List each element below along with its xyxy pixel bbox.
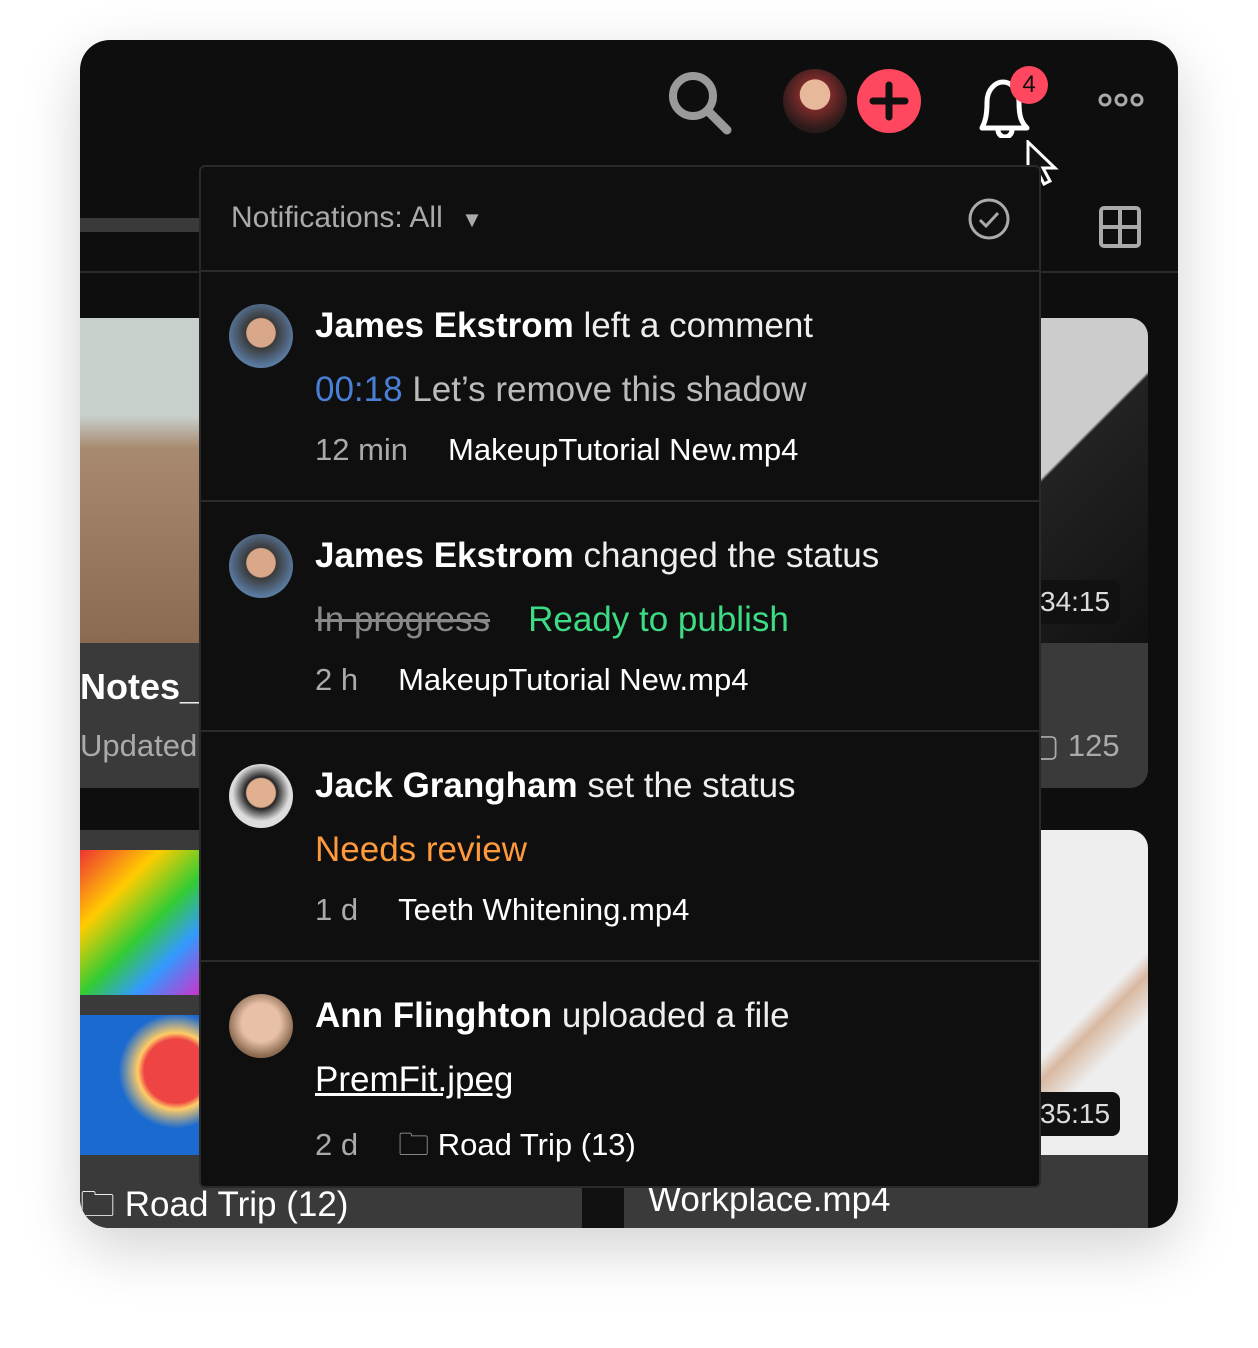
mark-all-read-icon[interactable] bbox=[967, 197, 1011, 241]
search-icon[interactable] bbox=[665, 68, 735, 138]
meta: 1 d Teeth Whitening.mp4 bbox=[315, 892, 690, 927]
folder-icon: 🗀 bbox=[398, 1127, 430, 1162]
notifications-panel: Notifications: All ▼ James Ekstrom left … bbox=[199, 165, 1041, 1188]
notification-title: Ann Flinghton uploaded a file bbox=[315, 996, 790, 1035]
app-window: 4 Notes_ Updated 34:15 ▢ 125 🗀 Road Trip… bbox=[80, 40, 1178, 1228]
status: Needs review bbox=[315, 830, 528, 869]
avatar bbox=[229, 994, 293, 1058]
notification-item[interactable]: James Ekstrom left a comment 00:18 Let’s… bbox=[201, 272, 1039, 502]
avatar bbox=[229, 764, 293, 828]
card-title: Notes_ bbox=[80, 666, 201, 707]
card-subtitle: Updated bbox=[80, 728, 198, 763]
caret-down-icon: ▼ bbox=[461, 207, 483, 232]
comment-line: 00:18 Let’s remove this shadow bbox=[315, 370, 807, 409]
old-status: In progress bbox=[315, 600, 491, 639]
notification-title: Jack Grangham set the status bbox=[315, 766, 796, 805]
meta: 2 d 🗀 Road Trip (13) bbox=[315, 1127, 636, 1162]
filter-dropdown[interactable]: Notifications: All ▼ bbox=[231, 201, 483, 235]
notification-item[interactable]: Jack Grangham set the status Needs revie… bbox=[201, 732, 1039, 962]
new-status: Ready to publish bbox=[528, 600, 789, 639]
file-link[interactable]: PremFit.jpeg bbox=[315, 1060, 513, 1100]
thumbnail bbox=[80, 1015, 200, 1155]
status-change: In progress Ready to publish bbox=[315, 600, 789, 640]
avatar bbox=[229, 534, 293, 598]
notification-item[interactable]: Ann Flinghton uploaded a file PremFit.jp… bbox=[201, 962, 1039, 1186]
notification-badge: 4 bbox=[1010, 66, 1048, 104]
user-avatar[interactable] bbox=[783, 69, 847, 133]
grid-view-icon[interactable] bbox=[1098, 205, 1142, 249]
panel-header: Notifications: All ▼ bbox=[201, 167, 1039, 272]
notification-title: James Ekstrom left a comment bbox=[315, 306, 814, 345]
duration: 34:15 bbox=[1030, 580, 1121, 624]
meta: 2 h MakeupTutorial New.mp4 bbox=[315, 662, 749, 697]
timecode[interactable]: 00:18 bbox=[315, 370, 403, 409]
comment-count: ▢ 125 bbox=[1030, 728, 1120, 763]
thumbnail bbox=[80, 850, 200, 995]
meta: 12 min MakeupTutorial New.mp4 bbox=[315, 432, 799, 467]
toolbar-bar bbox=[80, 218, 210, 232]
plus-icon bbox=[869, 81, 909, 121]
notification-item[interactable]: James Ekstrom changed the status In prog… bbox=[201, 502, 1039, 732]
more-icon[interactable] bbox=[1098, 92, 1144, 108]
duration: 35:15 bbox=[1030, 1092, 1121, 1136]
avatar bbox=[229, 304, 293, 368]
notification-title: James Ekstrom changed the status bbox=[315, 536, 880, 575]
add-button[interactable] bbox=[857, 69, 921, 133]
